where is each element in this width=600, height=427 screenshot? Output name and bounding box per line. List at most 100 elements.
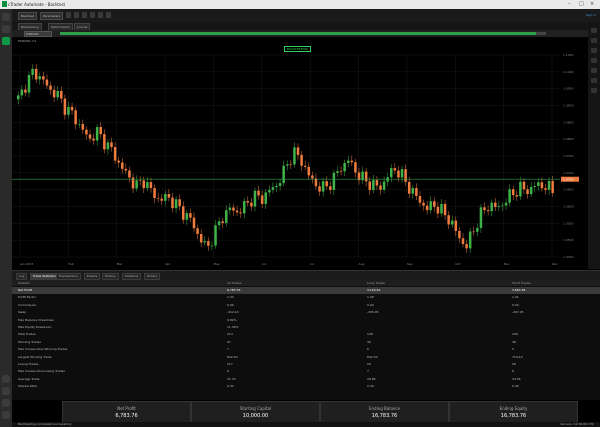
- candle-body: [271, 187, 275, 190]
- price-tick-label: 1.0550: [563, 221, 574, 225]
- minimize-icon[interactable]: –: [568, 1, 571, 7]
- table-row[interactable]: Max Consecutive Winning Trades 7 6 5: [12, 346, 600, 353]
- summary-value: 16,783.76: [500, 413, 527, 419]
- help-icon[interactable]: [2, 387, 10, 395]
- stat-long: 3,120.40: [367, 288, 381, 292]
- status-bar: Backtesting completed successfully Serve…: [12, 422, 600, 427]
- search-icon[interactable]: [2, 375, 10, 383]
- table-row[interactable]: Largest Winning Trade 842.30 842.30 716.10: [12, 354, 600, 361]
- price-chart[interactable]: 1.1050 1.1000 1.0950 1.0900 1.0850 1.0800 1.07…: [12, 37, 588, 269]
- summary-value: 6,783.76: [115, 413, 138, 419]
- candle-body: [540, 182, 544, 189]
- tab-orders[interactable]: Orders: [144, 273, 161, 280]
- tab-transactions[interactable]: Transactions: [56, 273, 81, 280]
- play-icon[interactable]: [66, 12, 71, 18]
- candle-body: [210, 245, 214, 247]
- candlestick-chart[interactable]: 1.1050 1.1000 1.0950 1.0900 1.0850 1.0800 1.07…: [12, 37, 588, 269]
- candle-body: [38, 76, 42, 80]
- step-icon[interactable]: [82, 12, 87, 18]
- tab-trade-statistics[interactable]: Trade Statistics: [30, 273, 59, 280]
- candle-body: [167, 193, 171, 198]
- table-row[interactable]: Max Consecutive Losing Trades 9 7 8: [12, 368, 600, 375]
- candle-body: [436, 206, 440, 214]
- tab-positions[interactable]: Positions: [122, 273, 142, 280]
- app-title: cTrader Automate - Backtest: [8, 2, 66, 7]
- tab-events[interactable]: Events: [84, 273, 101, 280]
- tab-history[interactable]: History: [102, 273, 119, 280]
- text-tool-icon[interactable]: [591, 68, 597, 73]
- candle-body: [52, 89, 56, 98]
- measure-icon[interactable]: [591, 88, 597, 93]
- candle-body: [479, 207, 483, 228]
- table-row[interactable]: Commission 0.00 0.00 0.00: [12, 302, 600, 309]
- horizontal-line-icon[interactable]: [591, 48, 597, 53]
- candle-body: [433, 201, 436, 207]
- candle-body: [20, 89, 24, 96]
- line-tool-icon[interactable]: [591, 38, 597, 43]
- candle-body: [181, 206, 185, 220]
- table-row[interactable]: Total Trades 214 108 106: [12, 331, 600, 338]
- table-row[interactable]: Losing Trades 117 59 58: [12, 361, 600, 368]
- candle-body: [511, 189, 515, 196]
- table-row[interactable]: Swap -412.10 -205.05 -207.05: [12, 309, 600, 316]
- candle-body: [235, 210, 239, 213]
- summary-value: 10,000.00: [242, 413, 269, 419]
- table-row[interactable]: Sharpe Ratio 0.42 0.39 0.46: [12, 383, 600, 390]
- candle-body: [303, 165, 307, 167]
- candle-body: [250, 202, 253, 207]
- maximize-icon[interactable]: □: [579, 1, 584, 7]
- candle-body: [45, 79, 49, 86]
- date-tick-label: Dec: [552, 262, 558, 266]
- chart-type-icon[interactable]: [98, 12, 103, 18]
- stop-icon[interactable]: [74, 12, 79, 18]
- stat-name: Max Consecutive Winning Trades: [18, 347, 68, 352]
- candle-body: [533, 185, 536, 187]
- shapes-icon[interactable]: [591, 78, 597, 83]
- candle-body: [300, 154, 303, 166]
- cursor-icon[interactable]: [591, 28, 597, 33]
- table-row[interactable]: Winning Trades 97 49 48: [12, 339, 600, 346]
- candle-body: [404, 169, 407, 182]
- candle-body: [450, 220, 454, 225]
- tab-log[interactable]: Log: [16, 273, 28, 280]
- candle-body: [458, 230, 461, 239]
- table-row[interactable]: Max Equity Drawdown 11.36%: [12, 324, 600, 331]
- notifications-icon[interactable]: [2, 411, 10, 419]
- candle-body: [311, 175, 314, 179]
- price-tick-label: 1.1050: [563, 53, 574, 57]
- fibonacci-icon[interactable]: [591, 58, 597, 63]
- automate-icon[interactable]: [2, 37, 10, 45]
- settings-icon[interactable]: [2, 399, 10, 407]
- table-row[interactable]: Profit Factor 1.34 1.28 1.41: [12, 294, 600, 301]
- backtest-button[interactable]: Backtest: [18, 12, 38, 20]
- close-icon[interactable]: ×: [590, 1, 594, 7]
- table-row[interactable]: Average Trade 31.70 28.89 34.56: [12, 376, 600, 383]
- copy-icon[interactable]: [2, 25, 10, 33]
- crosshair-icon[interactable]: [106, 12, 111, 18]
- candle-body: [214, 225, 217, 246]
- candle-body: [551, 180, 554, 193]
- table-row[interactable]: Max Balance Drawdown 9.82%: [12, 317, 600, 324]
- price-tick-label: 1.0950: [563, 87, 574, 91]
- candle-body: [199, 234, 203, 243]
- candle-body: [103, 134, 106, 150]
- zoom-icon[interactable]: [90, 12, 95, 18]
- candle-body: [63, 98, 67, 115]
- date-tick-label: Jun: [261, 262, 267, 266]
- stat-short: 34.56: [512, 376, 521, 381]
- candle-body: [515, 195, 519, 197]
- candle-body: [31, 68, 34, 75]
- statistics-table: Statistic All Trades Long Trades Short T…: [12, 280, 600, 400]
- candle-body: [519, 181, 522, 197]
- trade-icon[interactable]: [2, 13, 10, 21]
- candle-body: [110, 142, 113, 148]
- table-row[interactable]: Net Profit 6,783.76 3,120.40 3,663.36: [12, 287, 600, 294]
- candle-body: [407, 181, 411, 194]
- parameters-button[interactable]: Parameters: [40, 12, 64, 20]
- sign-in-link[interactable]: Sign in: [586, 13, 596, 17]
- candle-body: [314, 178, 318, 187]
- candle-body: [468, 231, 472, 249]
- candle-body: [278, 183, 282, 186]
- stat-name: Max Consecutive Losing Trades: [18, 369, 65, 374]
- candle-body: [454, 220, 458, 231]
